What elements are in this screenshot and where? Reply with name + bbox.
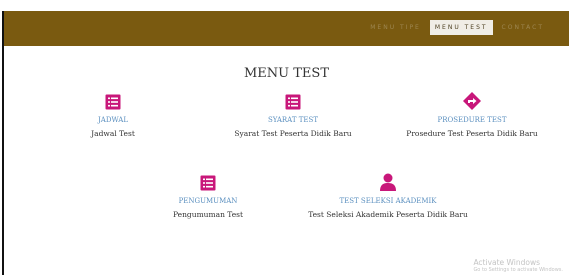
watermark-title: Activate Windows — [473, 258, 541, 267]
card-description: Test Seleksi Akademik Peserta Didik Baru — [308, 210, 468, 219]
nav-item-menu-tipe[interactable]: MENU TIPE — [367, 20, 424, 35]
card-title[interactable]: TEST SELEKSI AKADEMIK — [339, 197, 436, 205]
directions-icon — [462, 91, 482, 111]
user-icon — [378, 172, 398, 192]
card-description: Syarat Test Peserta Didik Baru — [234, 129, 352, 138]
nav-item-menu-test[interactable]: MENU TEST — [429, 20, 493, 35]
card-test-seleksi-akademik[interactable]: TEST SELEKSI AKADEMIK Test Seleksi Akade… — [308, 172, 468, 219]
page-title: MENU TEST — [243, 66, 329, 81]
card-description: Prosedure Test Peserta Didik Baru — [406, 129, 538, 138]
nav-menu: MENU TIPE MENU TEST CONTACT — [367, 20, 547, 35]
list-icon — [284, 93, 302, 111]
list-icon — [199, 174, 217, 192]
nav-item-contact[interactable]: CONTACT — [499, 20, 547, 35]
top-strip — [0, 0, 569, 11]
card-pengumuman[interactable]: PENGUMUMAN Pengumuman Test — [168, 174, 248, 219]
card-title[interactable]: SYARAT TEST — [268, 116, 318, 124]
watermark-subtitle: Go to Settings to activate Windows. — [473, 267, 563, 273]
card-title[interactable]: JADWAL — [98, 116, 128, 124]
card-description: Jadwal Test — [91, 129, 135, 138]
app-window: MENU TIPE MENU TEST CONTACT MENU TEST JA… — [0, 0, 569, 275]
list-icon — [104, 93, 122, 111]
card-description: Pengumuman Test — [172, 210, 244, 219]
card-prosedure-test[interactable]: PROSEDURE TEST Prosedure Test Peserta Di… — [406, 91, 538, 138]
activate-windows-watermark: Activate Windows Go to Settings to activ… — [473, 258, 563, 273]
header-bar: MENU TIPE MENU TEST CONTACT — [2, 11, 569, 46]
card-jadwal[interactable]: JADWAL Jadwal Test — [78, 93, 148, 138]
main-content: MENU TEST JADWAL Jadwal Test SYARAT TEST… — [2, 46, 569, 275]
card-title[interactable]: PROSEDURE TEST — [438, 116, 507, 124]
card-syarat-test[interactable]: SYARAT TEST Syarat Test Peserta Didik Ba… — [233, 93, 353, 138]
card-title[interactable]: PENGUMUMAN — [179, 197, 238, 205]
